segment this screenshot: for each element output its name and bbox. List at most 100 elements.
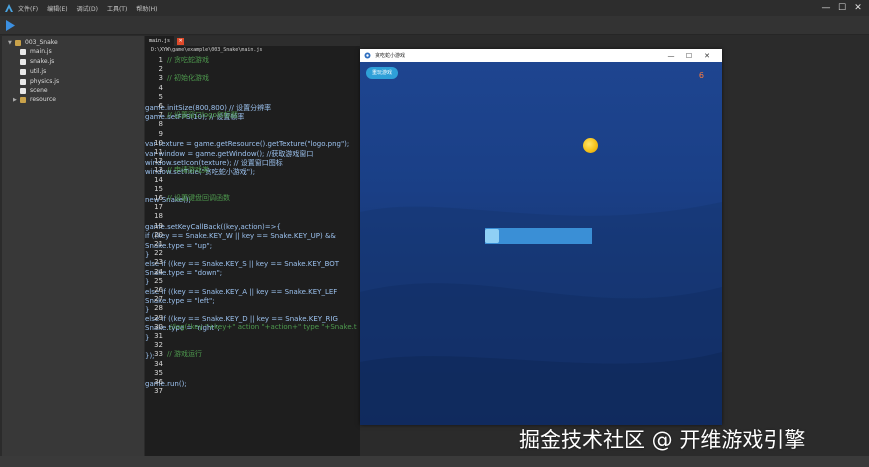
code-line[interactable]: 34 game.run();: [145, 359, 360, 388]
line-number: 27: [154, 295, 163, 304]
code-line[interactable]: 6: [145, 102, 360, 111]
line-number: 20: [154, 230, 163, 239]
status-bar: [0, 456, 869, 467]
editor-tab-bar: main.js ✕: [145, 36, 360, 46]
line-number: 6: [158, 102, 163, 110]
code-line[interactable]: 35: [145, 369, 360, 378]
game-window-titlebar[interactable]: 贪吃蛇小游戏 — ☐ ✕: [360, 49, 722, 62]
code-text: // 设置键盘回调函数: [167, 194, 230, 202]
code-line[interactable]: 15: [145, 185, 360, 194]
menu-debug[interactable]: 调试(D): [77, 4, 98, 13]
line-number: 26: [154, 286, 163, 294]
code-line[interactable]: 32: [145, 341, 360, 350]
tree-file-snake[interactable]: snake.js: [20, 57, 54, 66]
code-line[interactable]: 19 Snake.type = "up";: [145, 222, 360, 250]
code-line[interactable]: 13 // 申请游戏类: [145, 166, 360, 175]
line-number: 17: [154, 203, 163, 212]
tree-file-main[interactable]: main.js: [20, 47, 52, 56]
code-line[interactable]: 20 }: [145, 230, 360, 259]
game-logo-icon: [364, 52, 371, 59]
folder-icon: [15, 39, 21, 46]
line-number: 24: [154, 267, 163, 276]
minimize-icon[interactable]: —: [819, 1, 833, 15]
code-line[interactable]: 3 // 初始化游戏: [145, 74, 360, 83]
line-number: 8: [158, 120, 163, 129]
code-line[interactable]: 25 Snake.type = "left";: [145, 276, 360, 305]
scene-icon: [20, 87, 26, 94]
code-line[interactable]: 33 // 游戏运行: [145, 350, 360, 359]
chevron-down-icon: ▼: [8, 39, 12, 46]
code-line[interactable]: 10 window.setIcon(texture); // 设置窗口图标: [145, 138, 360, 167]
code-line[interactable]: 18 if ((key == Snake.KEY_W || key == Sna…: [145, 212, 360, 240]
code-line[interactable]: 16 // 设置键盘回调函数: [145, 194, 360, 203]
code-line[interactable]: 29 }: [145, 313, 360, 342]
close-icon[interactable]: ✕: [851, 1, 865, 15]
menu-edit[interactable]: 编辑(E): [47, 4, 67, 13]
code-line[interactable]: 9 var window = game.getWindow(); //获取游戏窗口: [145, 130, 360, 158]
menu-help[interactable]: 帮助(H): [136, 4, 157, 13]
code-text: // 初始化游戏: [167, 74, 209, 83]
run-icon[interactable]: [5, 20, 15, 31]
menu-file[interactable]: 文件(F): [18, 4, 38, 13]
line-number: 31: [154, 332, 163, 340]
code-line[interactable]: 21 else if ((key == Snake.KEY_S || key =…: [145, 240, 360, 268]
code-line[interactable]: 23 }: [145, 258, 360, 286]
line-number: 16: [154, 194, 163, 202]
code-line[interactable]: 26 }: [145, 286, 360, 314]
tab-main-js[interactable]: main.js: [145, 36, 175, 46]
minimize-icon[interactable]: —: [662, 52, 680, 60]
line-number: 12: [154, 157, 163, 166]
tree-file-physics[interactable]: physics.js: [20, 77, 59, 86]
code-line[interactable]: 27 else if ((key == Snake.KEY_D || key =…: [145, 295, 360, 323]
code-line[interactable]: 12: [145, 157, 360, 166]
tree-root-label: 003_Snake: [25, 39, 58, 46]
code-line[interactable]: 2: [145, 65, 360, 74]
code-line[interactable]: 14 new Snake();: [145, 176, 360, 204]
code-line[interactable]: 36: [145, 378, 360, 387]
maximize-icon[interactable]: ☐: [680, 52, 698, 60]
game-window-title: 贪吃蛇小游戏: [375, 53, 406, 59]
restart-button[interactable]: 重玩游戏: [366, 67, 398, 79]
code-line[interactable]: 1 // 贪吃蛇游戏: [145, 56, 360, 65]
code-line[interactable]: 7 // 设置窗口logo和标题: [145, 111, 360, 120]
code-line[interactable]: 11 window.setTitle("贪吃蛇小游戏");: [145, 148, 360, 176]
tree-folder-label: scene: [30, 87, 48, 94]
tree-folder-resource[interactable]: ▶ resource: [13, 95, 56, 104]
line-number: 13: [154, 166, 163, 175]
code-line[interactable]: 24 else if ((key == Snake.KEY_A || key =…: [145, 267, 360, 296]
code-text: // 游戏运行: [167, 350, 202, 359]
code-line[interactable]: 30 //log("key "+key+" action "+action+" …: [145, 323, 360, 332]
chevron-right-icon: ▶: [13, 96, 17, 103]
tab-close-icon[interactable]: ✕: [177, 37, 185, 45]
tree-folder-scene[interactable]: scene: [20, 86, 48, 95]
tree-file-util[interactable]: util.js: [20, 67, 46, 76]
line-number: 10: [154, 138, 163, 147]
code-line[interactable]: 17 game.setKeyCallBack((key,action)=>{: [145, 203, 360, 231]
menu-bar: 文件(F) 编辑(E) 调试(D) 工具(T) 帮助(H) — ☐ ✕: [0, 0, 869, 16]
line-number: 34: [154, 359, 163, 368]
code-line[interactable]: 4 game.initSize(800,800) // 设置分辨率: [145, 84, 360, 112]
maximize-icon[interactable]: ☐: [835, 1, 849, 15]
line-number: 5: [158, 92, 163, 101]
code-line[interactable]: 31});: [145, 332, 360, 360]
game-canvas[interactable]: 重玩游戏 6: [360, 62, 722, 425]
tree-root[interactable]: ▼ 003_Snake: [8, 38, 58, 47]
line-number: 7: [158, 111, 163, 120]
code-text: // 申请游戏类: [167, 166, 209, 175]
line-number: 18: [154, 212, 163, 221]
menu-tools[interactable]: 工具(T): [107, 4, 127, 13]
code-line[interactable]: 8 var texture = game.getResource().getTex…: [145, 120, 360, 148]
code-line[interactable]: 28 Snake.type = "right";: [145, 304, 360, 332]
code-line[interactable]: 5 game.setFPS(10); // 设置帧率: [145, 92, 360, 121]
line-number: 25: [154, 276, 163, 285]
code-text: //log("key "+key+" action "+action+" typ…: [167, 322, 357, 331]
line-number: 29: [154, 313, 163, 322]
code-editor[interactable]: main.js ✕ D:\XYW\game\example\003_Snake\…: [145, 36, 360, 456]
code-line[interactable]: 22 Snake.type = "down";: [145, 249, 360, 277]
code-line[interactable]: 37: [145, 387, 360, 396]
close-icon[interactable]: ✕: [698, 52, 716, 60]
snake-body: [485, 228, 592, 244]
line-number: 11: [154, 148, 163, 156]
snake-head: [485, 229, 499, 243]
file-icon: [20, 48, 26, 55]
